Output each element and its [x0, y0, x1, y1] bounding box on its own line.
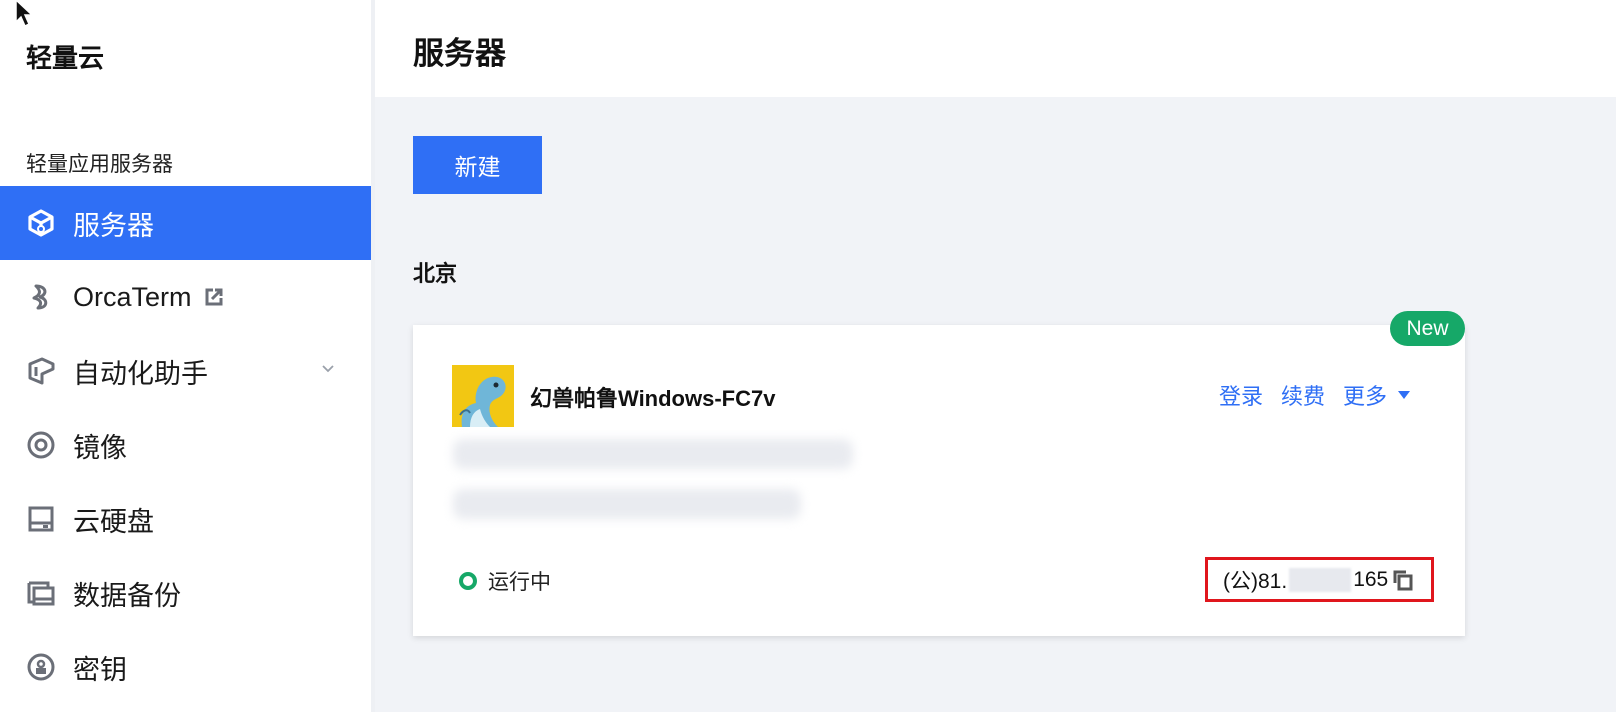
sidebar-item-orcaterm[interactable]: OrcaTerm — [0, 260, 371, 334]
sidebar-item-label: 云硬盘 — [73, 506, 154, 538]
mouse-cursor-icon — [15, 0, 34, 28]
server-card[interactable]: 幻兽帕鲁Windows-FC7v 登录 续费 更多 运行中 (公)81. 165 — [413, 325, 1465, 636]
new-badge: New — [1390, 311, 1465, 346]
sidebar-item-backup[interactable]: 数据备份 — [0, 556, 371, 630]
server-name[interactable]: 幻兽帕鲁Windows-FC7v — [530, 381, 775, 413]
sidebar-item-label: 服务器 — [73, 210, 154, 242]
sidebar: 轻量云 轻量应用服务器 服务器 OrcaTerm 自动化助手 镜像 云硬盘 数据… — [0, 0, 371, 712]
card-actions: 登录 续费 更多 — [1201, 379, 1411, 411]
disk-icon — [26, 504, 56, 534]
blurred-spec-line — [453, 489, 801, 519]
ip-prefix: (公)81. — [1223, 569, 1288, 593]
orcaterm-icon — [26, 282, 56, 312]
sidebar-item-automation[interactable]: 自动化助手 — [0, 334, 371, 408]
renew-link[interactable]: 续费 — [1281, 379, 1325, 411]
page-header: 服务器 — [375, 0, 1616, 97]
image-disc-icon — [26, 430, 56, 460]
sidebar-item-label: 密钥 — [73, 654, 127, 686]
page-title: 服务器 — [413, 36, 506, 72]
external-link-icon — [204, 287, 224, 307]
backup-icon — [26, 578, 56, 608]
public-ip[interactable]: (公)81. 165 — [1205, 557, 1434, 602]
sidebar-item-label: 自动化助手 — [73, 358, 208, 390]
new-server-button[interactable]: 新建 — [413, 136, 542, 194]
sidebar-item-label: 镜像 — [73, 432, 127, 464]
more-dropdown[interactable]: 更多 — [1343, 379, 1411, 411]
status-text: 运行中 — [488, 570, 551, 594]
sidebar-item-servers[interactable]: 服务器 — [0, 186, 371, 260]
sidebar-item-disks[interactable]: 云硬盘 — [0, 482, 371, 556]
blurred-spec-line — [453, 439, 853, 469]
server-thumbnail-image — [452, 365, 514, 427]
cube-icon — [26, 208, 56, 238]
caret-down-icon — [1398, 391, 1410, 399]
copy-icon[interactable] — [1392, 569, 1414, 591]
running-status-icon — [459, 572, 477, 590]
sidebar-nav: 服务器 OrcaTerm 自动化助手 镜像 云硬盘 数据备份 密钥 — [0, 186, 371, 704]
server-status: 运行中 — [459, 566, 551, 596]
app-title: 轻量云 — [26, 44, 105, 74]
chevron-down-icon — [322, 365, 334, 373]
ip-mask — [1289, 567, 1352, 592]
sidebar-item-keys[interactable]: 密钥 — [0, 630, 371, 704]
sidebar-item-images[interactable]: 镜像 — [0, 408, 371, 482]
sidebar-item-label: OrcaTerm — [73, 281, 192, 312]
section-label: 轻量应用服务器 — [26, 152, 173, 176]
login-link[interactable]: 登录 — [1219, 379, 1263, 411]
more-label: 更多 — [1342, 385, 1387, 410]
key-icon — [26, 652, 56, 682]
sidebar-item-label: 数据备份 — [73, 580, 181, 612]
region-label: 北京 — [413, 262, 458, 287]
automation-icon — [26, 356, 56, 386]
ip-suffix: 165 — [1353, 567, 1389, 591]
sidebar-divider — [371, 0, 375, 712]
